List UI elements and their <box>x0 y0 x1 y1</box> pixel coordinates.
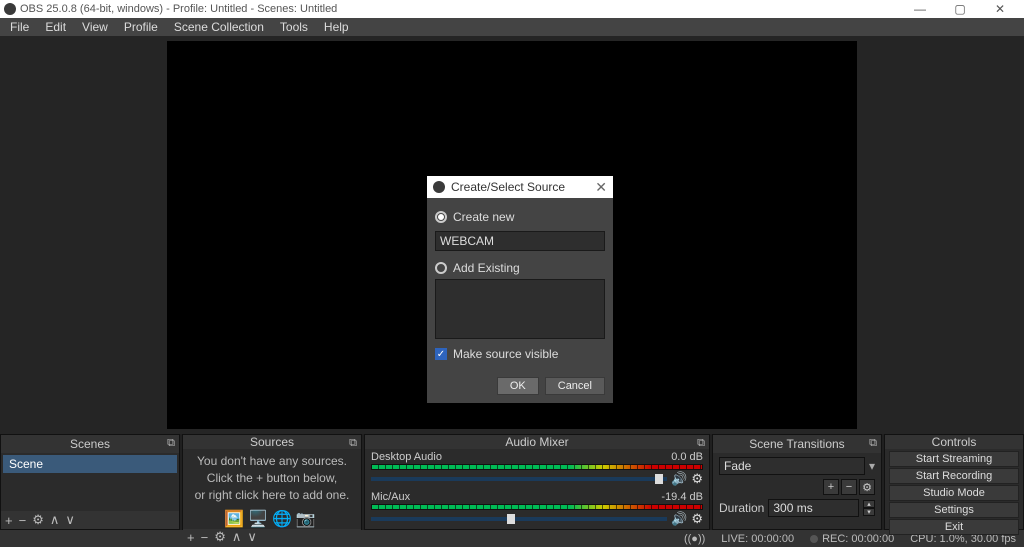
duration-input[interactable]: 300 ms <box>768 499 859 517</box>
checkbox-make-visible[interactable]: ✓ Make source visible <box>435 347 605 361</box>
channel-db: -19.4 dB <box>661 491 703 503</box>
remove-scene-button[interactable]: − <box>19 513 27 528</box>
start-recording-button[interactable]: Start Recording <box>889 468 1019 484</box>
window-minimize[interactable]: — <box>900 0 940 18</box>
source-settings-button[interactable]: ⚙ <box>214 529 226 545</box>
transition-select[interactable]: Fade <box>719 457 865 475</box>
duration-label: Duration <box>719 501 764 515</box>
check-icon: ✓ <box>435 348 447 360</box>
add-source-button[interactable]: + <box>187 530 195 545</box>
dialog-titlebar[interactable]: Create/Select Source ✕ <box>427 176 613 198</box>
rec-dot-icon <box>810 535 818 543</box>
dialog-close-icon[interactable]: ✕ <box>595 179 607 196</box>
transitions-dock: Scene Transitions ⧉ Fade ▾ + − ⚙ Duratio… <box>712 434 882 530</box>
sources-empty-line: Click the + button below, <box>189 470 355 487</box>
sources-list[interactable]: You don't have any sources. Click the + … <box>183 449 361 529</box>
sources-toolbar: + − ⚙ ∧ ∨ <box>183 529 361 545</box>
radio-icon <box>435 211 447 223</box>
existing-sources-list[interactable] <box>435 279 605 339</box>
transitions-title: Scene Transitions ⧉ <box>713 435 881 453</box>
volume-slider[interactable] <box>371 477 667 481</box>
source-down-button[interactable]: ∨ <box>247 529 257 545</box>
status-rec: REC: 00:00:00 <box>822 533 894 545</box>
duration-up[interactable]: ▴ <box>863 500 875 508</box>
menu-tools[interactable]: Tools <box>272 20 316 34</box>
mixer-channel: Mic/Aux -19.4 dB 🔊 ⚙ <box>371 491 703 527</box>
controls-dock: Controls Start Streaming Start Recording… <box>884 434 1024 530</box>
channel-name: Desktop Audio <box>371 451 442 463</box>
broadcast-icon: ((●)) <box>684 533 705 545</box>
add-scene-button[interactable]: + <box>5 513 13 528</box>
sources-empty-line: or right click here to add one. <box>189 487 355 504</box>
channel-db: 0.0 dB <box>671 451 703 463</box>
settings-button[interactable]: Settings <box>889 502 1019 518</box>
remove-source-button[interactable]: − <box>201 530 209 545</box>
radio-create-new-label: Create new <box>453 210 514 224</box>
sources-dock: Sources ⧉ You don't have any sources. Cl… <box>182 434 362 530</box>
sources-title: Sources ⧉ <box>183 435 361 449</box>
menu-scene-collection[interactable]: Scene Collection <box>166 20 272 34</box>
audio-mixer-dock: Audio Mixer ⧉ Desktop Audio 0.0 dB 🔊 ⚙ <box>364 434 710 530</box>
window-title: OBS 25.0.8 (64-bit, windows) - Profile: … <box>20 3 337 15</box>
audio-meter <box>371 464 703 470</box>
menu-view[interactable]: View <box>74 20 116 34</box>
menu-bar: File Edit View Profile Scene Collection … <box>0 18 1024 36</box>
scene-down-button[interactable]: ∨ <box>65 512 75 528</box>
source-name-input[interactable] <box>435 231 605 251</box>
channel-name: Mic/Aux <box>371 491 410 503</box>
popout-icon[interactable]: ⧉ <box>167 437 175 450</box>
scene-settings-button[interactable]: ⚙ <box>32 512 44 528</box>
scenes-dock: Scenes ⧉ Scene + − ⚙ ∧ ∨ <box>0 434 180 530</box>
status-live: LIVE: 00:00:00 <box>721 533 794 545</box>
menu-edit[interactable]: Edit <box>37 20 74 34</box>
ok-button[interactable]: OK <box>497 377 539 395</box>
radio-icon <box>435 262 447 274</box>
channel-settings-icon[interactable]: ⚙ <box>691 471 703 487</box>
radio-add-existing[interactable]: Add Existing <box>435 261 605 275</box>
menu-file[interactable]: File <box>2 20 37 34</box>
source-type-icons: 🖼️🖥️🌐📷 <box>183 509 361 529</box>
cancel-button[interactable]: Cancel <box>545 377 605 395</box>
menu-help[interactable]: Help <box>316 20 357 34</box>
window-close[interactable]: ✕ <box>980 0 1020 18</box>
scene-up-button[interactable]: ∧ <box>50 512 60 528</box>
audio-meter <box>371 504 703 510</box>
volume-slider[interactable] <box>371 517 667 521</box>
sources-empty-line: You don't have any sources. <box>189 453 355 470</box>
popout-icon[interactable]: ⧉ <box>869 437 877 450</box>
mixer-title: Audio Mixer ⧉ <box>365 435 709 449</box>
transition-settings-button[interactable]: ⚙ <box>859 479 875 495</box>
window-titlebar: OBS 25.0.8 (64-bit, windows) - Profile: … <box>0 0 1024 18</box>
mute-icon[interactable]: 🔊 <box>671 511 687 527</box>
create-source-dialog: Create/Select Source ✕ Create new Add Ex… <box>427 176 613 403</box>
exit-button[interactable]: Exit <box>889 519 1019 535</box>
dialog-title: Create/Select Source <box>451 180 565 194</box>
scenes-title: Scenes ⧉ <box>1 435 179 453</box>
main-area: Create/Select Source ✕ Create new Add Ex… <box>0 36 1024 434</box>
mute-icon[interactable]: 🔊 <box>671 471 687 487</box>
duration-down[interactable]: ▾ <box>863 508 875 516</box>
obs-icon <box>4 3 16 15</box>
docks: Scenes ⧉ Scene + − ⚙ ∧ ∨ Sources ⧉ You d… <box>0 434 1024 530</box>
mixer-channel: Desktop Audio 0.0 dB 🔊 ⚙ <box>371 451 703 487</box>
transition-remove-button[interactable]: − <box>841 479 857 495</box>
menu-profile[interactable]: Profile <box>116 20 166 34</box>
scene-item[interactable]: Scene <box>3 455 177 473</box>
source-up-button[interactable]: ∧ <box>232 529 242 545</box>
radio-create-new[interactable]: Create new <box>435 210 605 224</box>
studio-mode-button[interactable]: Studio Mode <box>889 485 1019 501</box>
window-maximize[interactable]: ▢ <box>940 0 980 18</box>
scenes-toolbar: + − ⚙ ∧ ∨ <box>1 511 179 529</box>
transition-add-button[interactable]: + <box>823 479 839 495</box>
controls-title: Controls <box>885 435 1023 449</box>
checkbox-make-visible-label: Make source visible <box>453 347 558 361</box>
obs-icon <box>433 181 445 193</box>
start-streaming-button[interactable]: Start Streaming <box>889 451 1019 467</box>
channel-settings-icon[interactable]: ⚙ <box>691 511 703 527</box>
radio-add-existing-label: Add Existing <box>453 261 520 275</box>
